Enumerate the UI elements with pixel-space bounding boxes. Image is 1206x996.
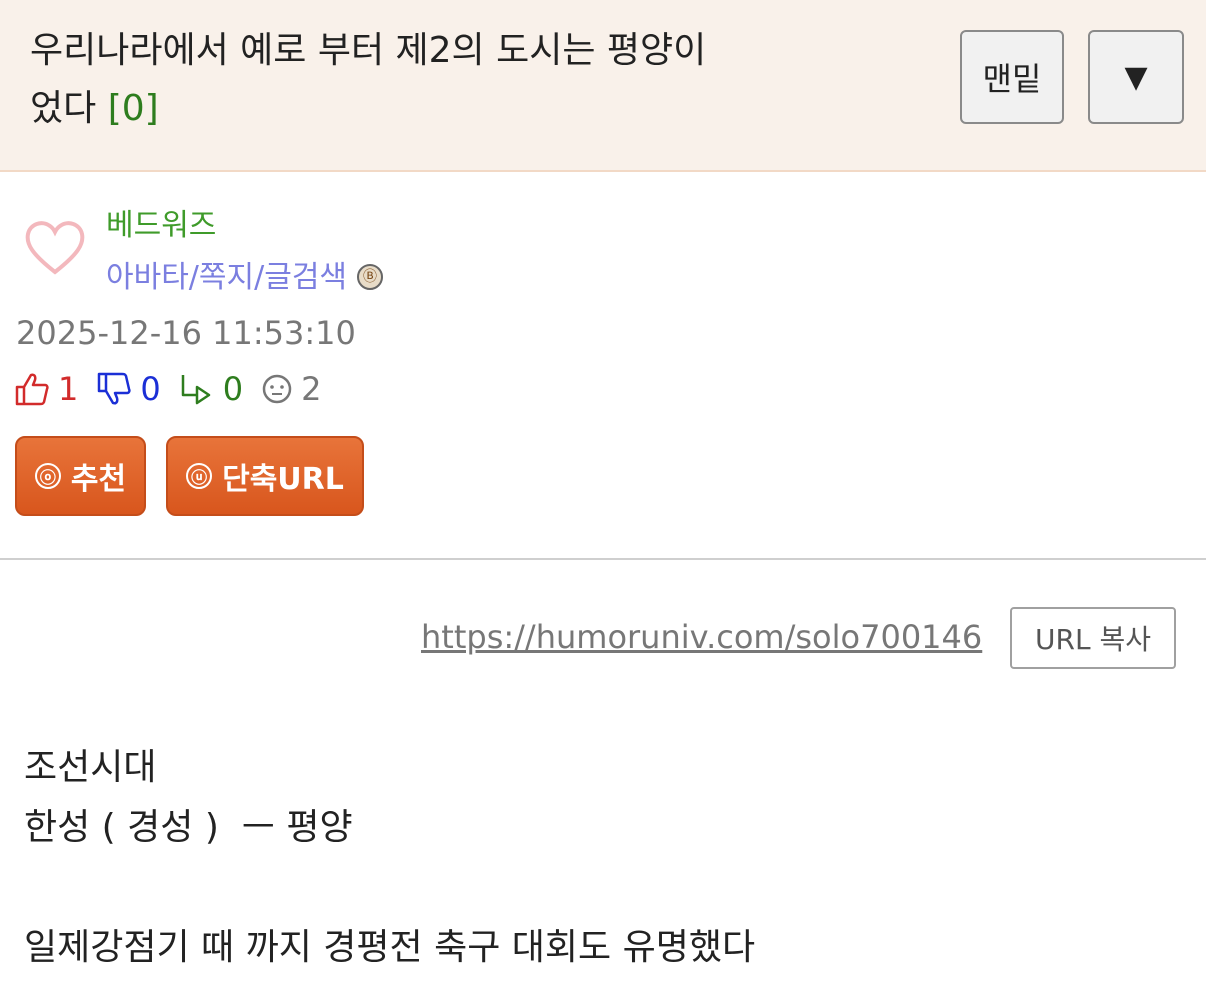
- downvote-stat[interactable]: 0: [96, 370, 161, 408]
- short-url-icon: ⓤ: [186, 463, 213, 489]
- thumbs-down-icon: [98, 372, 131, 405]
- short-url-label: 단축URL: [222, 462, 344, 497]
- face-icon: [262, 374, 292, 404]
- short-url-button[interactable]: ⓤ 단축URL: [166, 436, 364, 516]
- recommend-icon: ⓞ: [34, 463, 61, 489]
- recommend-label: 추천: [70, 462, 127, 497]
- downvote-count: 0: [140, 370, 161, 408]
- content-line: 한성 ( 경성 ) ㅡ 평양: [24, 807, 353, 848]
- level-badge-icon: Ⓑ: [357, 263, 384, 290]
- avatar[interactable]: [22, 214, 88, 280]
- upvote-stat[interactable]: 1: [14, 370, 78, 408]
- post-url-link[interactable]: https://humoruniv.com/solo700146: [421, 618, 982, 656]
- view-stat: 2: [261, 370, 321, 408]
- post-title: 우리나라에서 예로 부터 제2의 도시는 평양이 었다 [0]: [30, 22, 810, 138]
- reply-arrow-icon: [181, 375, 210, 405]
- post-datetime: 2025-12-16 11:53:10: [16, 314, 356, 352]
- scroll-bottom-button[interactable]: 맨밑: [960, 30, 1064, 124]
- post-content: 조선시대 한성 ( 경성 ) ㅡ 평양 일제강점기 때 까지 경평전 축구 대회…: [24, 738, 755, 978]
- reply-count: 0: [222, 370, 244, 408]
- view-count: 2: [301, 370, 322, 408]
- author-links: 아바타/쪽지/글검색 Ⓑ: [106, 252, 384, 296]
- author-name[interactable]: 베드워즈: [106, 200, 216, 244]
- recommend-button[interactable]: ⓞ 추천: [15, 436, 146, 516]
- comment-count[interactable]: [0]: [108, 88, 159, 129]
- dropdown-button[interactable]: ▼: [1088, 30, 1184, 124]
- section-divider: [0, 558, 1206, 560]
- content-line: 조선시대: [24, 747, 157, 788]
- post-header: 우리나라에서 예로 부터 제2의 도시는 평양이 었다 [0] 맨밑 ▼: [0, 0, 1206, 172]
- post-title-line2: 었다: [30, 88, 97, 129]
- reply-stat[interactable]: 0: [179, 370, 243, 408]
- content-line: [24, 858, 755, 918]
- url-copy-button[interactable]: URL 복사: [1010, 607, 1176, 669]
- upvote-count: 1: [58, 370, 79, 408]
- post-stats: 1 0 0 2: [14, 370, 339, 408]
- content-line: 일제강점기 때 까지 경평전 축구 대회도 유명했다: [24, 927, 756, 968]
- author-links-text[interactable]: 아바타/쪽지/글검색: [106, 260, 347, 295]
- heart-outline-icon: [25, 221, 85, 275]
- thumbs-up-icon: [15, 373, 49, 406]
- post-title-line1: 우리나라에서 예로 부터 제2의 도시는 평양이: [30, 30, 707, 71]
